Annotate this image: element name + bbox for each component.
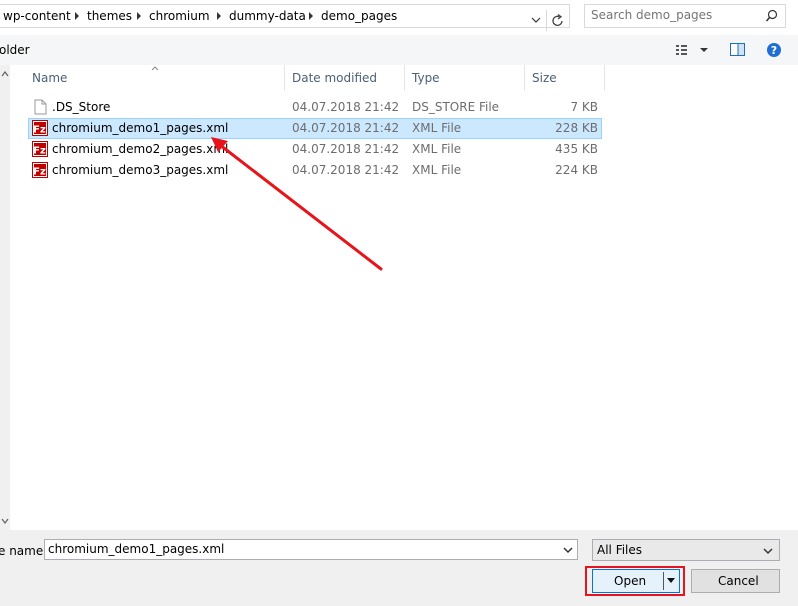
vertical-scrollbar[interactable] [0,65,10,530]
column-header-date[interactable]: Date modified [292,71,377,85]
file-type: XML File [412,142,462,156]
breadcrumb-separator-icon[interactable] [309,12,313,20]
column-divider[interactable] [284,65,285,91]
preview-pane-button[interactable] [729,41,747,59]
file-date: 04.07.2018 21:42 [292,163,400,177]
search-icon[interactable] [765,9,779,23]
column-divider[interactable] [604,65,605,91]
column-header-type[interactable]: Type [412,71,440,85]
new-folder-button[interactable]: older [0,43,30,57]
filezilla-xml-icon: Fz [32,120,48,136]
filename-input[interactable] [48,542,548,556]
refresh-icon [552,13,563,26]
view-options-button[interactable] [674,41,714,59]
file-date: 04.07.2018 21:42 [292,121,400,135]
search-box[interactable] [584,4,786,28]
breadcrumb-item-wp-content[interactable]: wp-content [3,9,71,23]
file-size: 435 KB [555,142,598,156]
file-row[interactable]: Fz chromium_demo2_pages.xml 04.07.2018 2… [28,139,602,160]
details-view-icon [676,45,708,55]
generic-file-icon [34,99,47,115]
filezilla-xml-icon: Fz [32,162,48,178]
dialog-footer: e name: All Files Open Cancel [0,530,798,606]
svg-text:Fz: Fz [33,125,46,136]
breadcrumb-separator-icon[interactable] [217,12,221,20]
cancel-button-label: Cancel [718,574,759,588]
file-name: chromium_demo1_pages.xml [52,121,229,135]
file-type: DS_STORE File [412,100,500,114]
address-bar: wp-content themes chromium dummy-data de… [0,0,798,34]
file-date: 04.07.2018 21:42 [292,142,400,156]
column-headers: Name Date modified Type Size [10,65,798,91]
file-name: chromium_demo2_pages.xml [52,142,229,156]
file-type-filter[interactable]: All Files [592,539,780,561]
svg-text:Fz: Fz [33,167,46,178]
file-name: .DS_Store [52,100,111,114]
svg-text:?: ? [771,44,777,57]
help-icon: ? [767,43,781,57]
file-date: 04.07.2018 21:42 [292,100,400,114]
file-type-filter-value: All Files [597,543,643,557]
scroll-up-icon[interactable] [0,69,10,79]
column-divider[interactable] [524,65,525,91]
chevron-down-icon [531,17,541,23]
breadcrumb-separator-icon[interactable] [75,12,79,20]
chevron-down-icon [563,547,573,554]
sort-ascending-icon [151,66,159,71]
preview-pane-icon [730,43,745,56]
file-size: 228 KB [555,121,598,135]
annotation-highlight-box [585,566,685,596]
breadcrumb-item-chromium[interactable]: chromium [149,9,210,23]
breadcrumb-separator-icon[interactable] [137,12,141,20]
search-input[interactable] [591,8,761,22]
command-bar: older ? [0,35,798,65]
column-header-size[interactable]: Size [532,71,557,85]
file-size: 224 KB [555,163,598,177]
filename-combobox[interactable] [44,539,578,560]
breadcrumb[interactable]: wp-content themes chromium dummy-data de… [0,4,570,31]
chevron-down-icon [763,548,773,555]
scroll-down-icon[interactable] [0,516,10,526]
breadcrumb-item-demo-pages[interactable]: demo_pages [321,9,397,23]
file-row-selected[interactable]: Fz chromium_demo1_pages.xml 04.07.2018 2… [28,118,602,139]
breadcrumb-item-dummy-data[interactable]: dummy-data [229,9,306,23]
help-button[interactable]: ? [765,41,783,59]
file-name: chromium_demo3_pages.xml [52,163,229,177]
file-size: 7 KB [570,100,598,114]
cancel-button[interactable]: Cancel [691,569,780,593]
refresh-button[interactable] [546,10,569,31]
address-dropdown-button[interactable] [526,10,546,31]
filezilla-xml-icon: Fz [32,141,48,157]
filename-label: e name: [0,544,48,558]
column-divider[interactable] [404,65,405,91]
file-row[interactable]: .DS_Store 04.07.2018 21:42 DS_STORE File… [28,97,602,118]
file-type: XML File [412,121,462,135]
breadcrumb-item-themes[interactable]: themes [87,9,132,23]
file-row[interactable]: Fz chromium_demo3_pages.xml 04.07.2018 2… [28,160,602,181]
filename-dropdown-button[interactable] [559,540,577,559]
svg-text:Fz: Fz [33,146,46,157]
column-header-name[interactable]: Name [32,71,67,85]
file-type: XML File [412,163,462,177]
